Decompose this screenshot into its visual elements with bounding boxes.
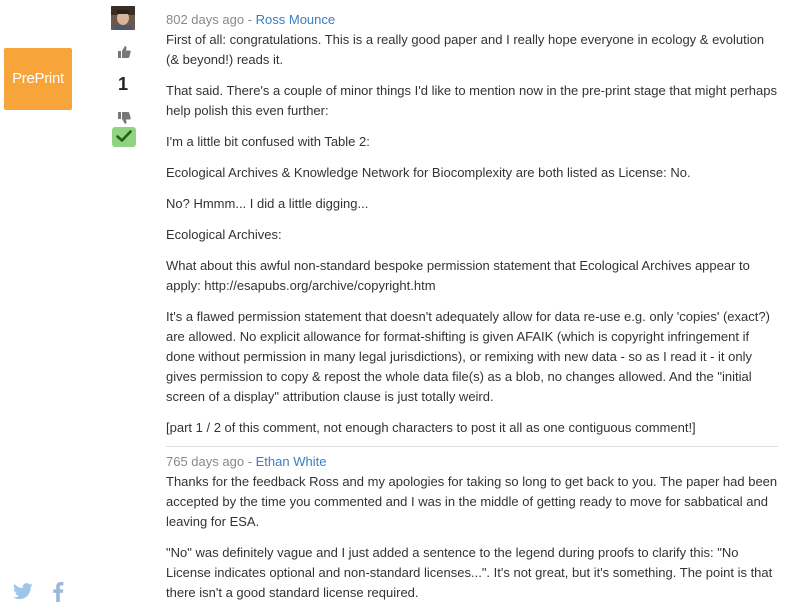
thumbs-up-icon[interactable] — [116, 44, 132, 60]
author-link[interactable]: Ethan White — [256, 454, 327, 469]
author-link[interactable]: Ross Mounce — [256, 12, 335, 27]
comment-paragraph: Ecological Archives & Knowledge Network … — [166, 165, 691, 180]
comment-paragraph: I'm a little bit confused with Table 2: — [166, 134, 370, 149]
avatar[interactable] — [111, 6, 135, 30]
comment-paragraph: First of all: congratulations. This is a… — [166, 32, 765, 67]
avatar-image — [111, 6, 135, 30]
twitter-icon[interactable] — [12, 583, 34, 606]
accepted-check-icon — [112, 127, 136, 147]
comment-paragraph: [part 1 / 2 of this comment, not enough … — [166, 420, 696, 435]
facebook-icon[interactable] — [52, 582, 64, 607]
comment: 765 days ago - Ethan White Thanks for th… — [166, 446, 778, 609]
comment-paragraph: Ecological Archives: — [166, 227, 282, 242]
thumbs-down-icon[interactable] — [116, 110, 132, 126]
comment-meta: 765 days ago - Ethan White — [166, 453, 778, 471]
comment-age: 765 days ago — [166, 454, 245, 469]
comment-paragraph: No? Hmmm... I did a little digging... — [166, 196, 369, 211]
comment: 802 days ago - Ross Mounce First of all:… — [166, 11, 778, 449]
vote-count: 1 — [117, 74, 128, 94]
comment-meta: 802 days ago - Ross Mounce — [166, 11, 778, 29]
meta-separator: - — [244, 12, 256, 27]
comment-paragraph: What about this awful non-standard bespo… — [166, 258, 750, 293]
comment-paragraph: That said. There's a couple of minor thi… — [166, 83, 777, 118]
share-bar — [12, 582, 78, 604]
comment-age: 802 days ago — [166, 12, 245, 27]
comment-paragraph: It's a flawed permission statement that … — [166, 309, 770, 404]
comment-paragraph: Thanks for the feedback Ross and my apol… — [166, 474, 778, 529]
meta-separator: - — [244, 454, 256, 469]
comment-page: PrePrint 1 802 days ago - Ross Mounce Fi… — [0, 0, 803, 609]
comment-paragraph: "No" was definitely vague and I just add… — [166, 545, 773, 600]
preprint-badge[interactable]: PrePrint — [4, 48, 72, 110]
